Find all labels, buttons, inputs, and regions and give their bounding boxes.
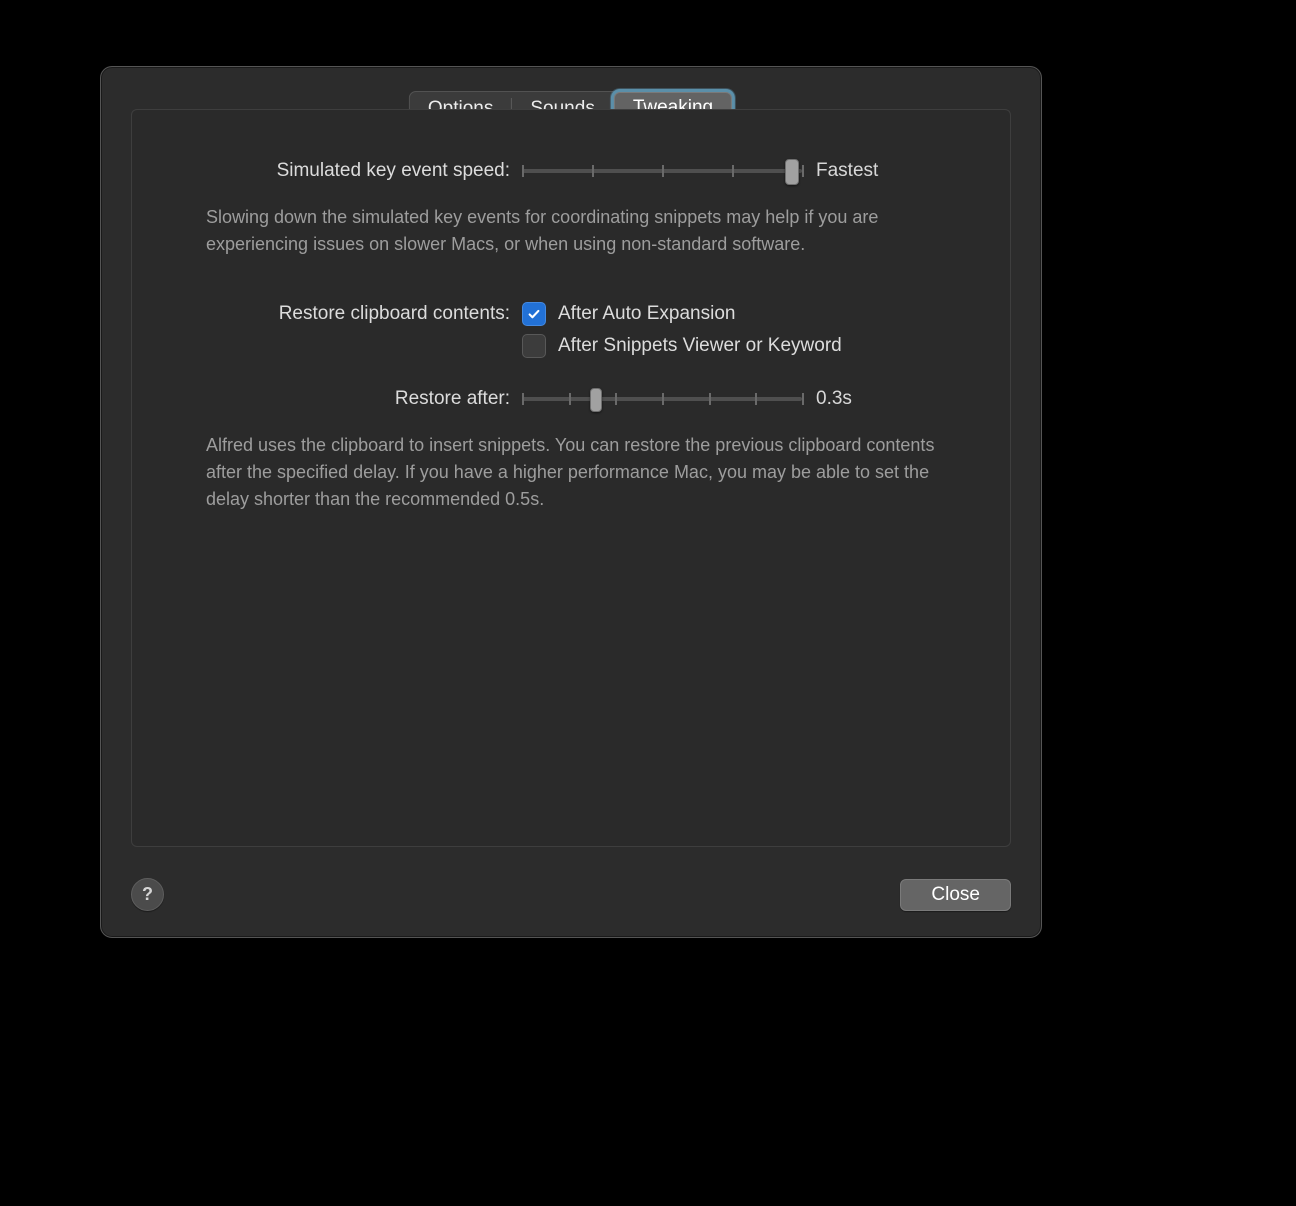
speed-control: Fastest	[522, 160, 1010, 182]
speed-label: Simulated key event speed:	[132, 160, 522, 182]
slider-tick	[615, 393, 617, 405]
speed-row: Simulated key event speed: Fastest	[132, 160, 1010, 182]
slider-tick	[592, 165, 594, 177]
check-icon	[527, 307, 541, 321]
restore-opt-viewer: After Snippets Viewer or Keyword	[522, 334, 1010, 358]
speed-slider[interactable]	[522, 161, 802, 181]
restore-label: Restore clipboard contents:	[132, 303, 522, 325]
restore-after-row: Restore after: 0.3s	[132, 388, 1010, 410]
slider-tick	[802, 165, 804, 177]
slider-tick	[569, 393, 571, 405]
slider-tick	[662, 393, 664, 405]
checkbox-label-auto: After Auto Expansion	[558, 303, 735, 325]
preferences-window: Options Sounds Tweaking Simulated key ev…	[100, 66, 1042, 938]
restore-row-1: Restore clipboard contents: After Auto E…	[132, 302, 1010, 326]
restore-after-label: Restore after:	[132, 388, 522, 410]
slider-tick	[709, 393, 711, 405]
checkbox-after-auto-expansion[interactable]	[522, 302, 546, 326]
restore-after-slider-thumb[interactable]	[590, 388, 602, 412]
restore-after-control: 0.3s	[522, 388, 1010, 410]
help-button[interactable]: ?	[131, 878, 164, 911]
checkbox-label-viewer: After Snippets Viewer or Keyword	[558, 335, 842, 357]
tweaking-panel: Simulated key event speed: Fastest Slowi…	[131, 109, 1011, 847]
slider-tick	[662, 165, 664, 177]
restore-after-value: 0.3s	[816, 388, 852, 410]
speed-value-label: Fastest	[816, 160, 878, 182]
checkbox-after-snippets-viewer[interactable]	[522, 334, 546, 358]
restore-opt-auto: After Auto Expansion	[522, 302, 1010, 326]
speed-help-text: Slowing down the simulated key events fo…	[206, 204, 960, 258]
help-icon: ?	[142, 884, 153, 905]
slider-tick	[732, 165, 734, 177]
restore-row-2: After Snippets Viewer or Keyword	[132, 334, 1010, 358]
slider-tick	[522, 393, 524, 405]
restore-after-slider[interactable]	[522, 389, 802, 409]
slider-tick	[755, 393, 757, 405]
slider-tick	[802, 393, 804, 405]
close-button[interactable]: Close	[900, 879, 1011, 911]
slider-tick	[522, 165, 524, 177]
footer: ? Close	[131, 878, 1011, 911]
speed-slider-thumb[interactable]	[785, 159, 799, 185]
restore-help-text: Alfred uses the clipboard to insert snip…	[206, 432, 960, 513]
